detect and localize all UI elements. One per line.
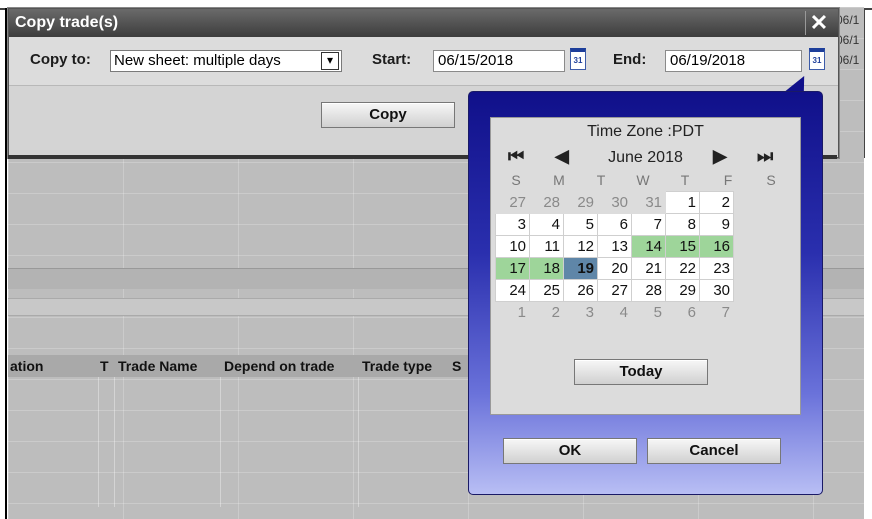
calendar-day[interactable]: 11	[529, 235, 564, 258]
calendar-day[interactable]: 2	[699, 191, 734, 214]
calendar-day[interactable]: 22	[665, 257, 700, 280]
ok-button[interactable]: OK	[503, 438, 637, 464]
calendar-day[interactable]: 3	[495, 213, 530, 236]
timezone-label: Time Zone :PDT	[587, 123, 704, 140]
weekday-header: W	[636, 172, 650, 188]
calendar-day[interactable]: 14	[631, 235, 666, 258]
calendar-day[interactable]: 16	[699, 235, 734, 258]
close-icon[interactable]: ✕	[805, 11, 832, 35]
weekday-header: T	[596, 172, 606, 188]
calendar: Time Zone :PDT ⏮ ◀ June 2018 ▶ ⏭ S M T W…	[490, 117, 801, 415]
app-left-border	[5, 8, 7, 519]
start-date-input[interactable]: 06/15/2018	[433, 50, 565, 72]
grid-column-divider	[220, 377, 221, 507]
column-header-depend-on-trade[interactable]: Depend on trade	[224, 358, 334, 374]
calendar-day-selected[interactable]: 19	[563, 257, 598, 280]
calendar-day[interactable]: 9	[699, 213, 734, 236]
copy-button[interactable]: Copy	[321, 102, 455, 128]
calendar-day[interactable]: 4	[529, 213, 564, 236]
calendar-day[interactable]: 17	[495, 257, 530, 280]
next-month-icon[interactable]: ▶	[713, 146, 727, 167]
end-calendar-icon[interactable]: 31	[809, 48, 825, 70]
copy-to-label: Copy to:	[30, 51, 91, 68]
calendar-day-other-month[interactable]: 5	[631, 301, 666, 324]
copy-to-select[interactable]: New sheet: multiple days ▾	[110, 50, 342, 72]
calendar-day-other-month[interactable]: 28	[529, 191, 564, 214]
grid-column-divider	[358, 377, 359, 507]
dialog-form-row: Copy to: New sheet: multiple days ▾ Star…	[9, 37, 838, 86]
calendar-day-other-month[interactable]: 30	[597, 191, 632, 214]
weekday-header: F	[723, 172, 733, 188]
calendar-week-row: 1234567	[495, 301, 734, 324]
last-month-icon[interactable]: ⏭	[757, 146, 773, 167]
calendar-day-other-month[interactable]: 7	[699, 301, 734, 324]
calendar-day[interactable]: 7	[631, 213, 666, 236]
trade-grid-header: ation T Trade Name Depend on trade Trade…	[8, 355, 468, 377]
column-header-t[interactable]: T	[100, 358, 109, 374]
dialog-title-bar[interactable]: Copy trade(s) ✕	[9, 9, 838, 37]
background-date: 06/1	[836, 33, 860, 47]
calendar-day[interactable]: 13	[597, 235, 632, 258]
calendar-day-other-month[interactable]: 27	[495, 191, 530, 214]
calendar-week-row: 27 28 29 30 31 1 2	[495, 191, 734, 214]
calendar-day[interactable]: 24	[495, 279, 530, 302]
chevron-down-icon[interactable]: ▾	[321, 52, 339, 70]
calendar-week-row: 3456789	[495, 213, 734, 236]
calendar-day-other-month[interactable]: 1	[495, 301, 530, 324]
calendar-day[interactable]: 30	[699, 279, 734, 302]
date-picker-popup: Time Zone :PDT ⏮ ◀ June 2018 ▶ ⏭ S M T W…	[468, 91, 823, 495]
calendar-day[interactable]: 27	[597, 279, 632, 302]
weekday-header: S	[766, 172, 776, 188]
grid-column-divider	[114, 377, 115, 507]
calendar-day[interactable]: 23	[699, 257, 734, 280]
calendar-week-row: 24 25 26 27 28 29 30	[495, 279, 734, 302]
calendar-day[interactable]: 21	[631, 257, 666, 280]
cancel-button[interactable]: Cancel	[647, 438, 781, 464]
end-date-input[interactable]: 06/19/2018	[665, 50, 802, 72]
column-header-trade-name[interactable]: Trade Name	[118, 358, 197, 374]
column-header-location[interactable]: ation	[10, 358, 43, 374]
month-label: June 2018	[608, 149, 683, 166]
weekday-header: T	[680, 172, 690, 188]
day-grid: 27 28 29 30 31 1 2 3 4 5 6 7 8 9 10 11 12 13 14 15 16 17 18 19 2…	[495, 191, 734, 324]
background-date: 06/1	[836, 13, 860, 27]
calendar-day-other-month[interactable]: 29	[563, 191, 598, 214]
start-label: Start:	[372, 51, 412, 68]
calendar-day[interactable]: 8	[665, 213, 700, 236]
calendar-week-row: 10 11 12 13 14 15 16	[495, 235, 734, 258]
grid-column-divider	[98, 377, 99, 507]
column-header-s[interactable]: S	[452, 358, 461, 374]
start-date-value: 06/15/2018	[438, 52, 514, 69]
calendar-day[interactable]: 29	[665, 279, 700, 302]
start-calendar-icon[interactable]: 31	[570, 48, 586, 70]
calendar-day[interactable]: 1	[665, 191, 700, 214]
calendar-day[interactable]: 26	[563, 279, 598, 302]
calendar-day-other-month[interactable]: 4	[597, 301, 632, 324]
background-date-column: 06/1 06/1 06/1	[836, 10, 864, 70]
calendar-week-row: 17 18 19 20 21 22 23	[495, 257, 734, 280]
calendar-day-other-month[interactable]: 6	[665, 301, 700, 324]
calendar-day[interactable]: 12	[563, 235, 598, 258]
weekday-header: S	[511, 172, 521, 188]
calendar-day[interactable]: 18	[529, 257, 564, 280]
calendar-day[interactable]: 15	[665, 235, 700, 258]
background-date: 06/1	[836, 53, 860, 67]
copy-to-value: New sheet: multiple days	[114, 52, 281, 69]
calendar-day[interactable]: 28	[631, 279, 666, 302]
calendar-day[interactable]: 6	[597, 213, 632, 236]
calendar-day-other-month[interactable]: 2	[529, 301, 564, 324]
calendar-day-other-month[interactable]: 3	[563, 301, 598, 324]
calendar-day[interactable]: 5	[563, 213, 598, 236]
calendar-day[interactable]: 25	[529, 279, 564, 302]
column-header-trade-type[interactable]: Trade type	[362, 358, 432, 374]
today-button[interactable]: Today	[574, 359, 708, 385]
end-date-value: 06/19/2018	[670, 52, 746, 69]
weekday-header: M	[553, 172, 565, 188]
app-right-border	[864, 8, 865, 158]
calendar-day[interactable]: 20	[597, 257, 632, 280]
dialog-title: Copy trade(s)	[15, 14, 119, 31]
end-label: End:	[613, 51, 647, 68]
calendar-day[interactable]: 10	[495, 235, 530, 258]
calendar-day-other-month[interactable]: 31	[631, 191, 666, 214]
